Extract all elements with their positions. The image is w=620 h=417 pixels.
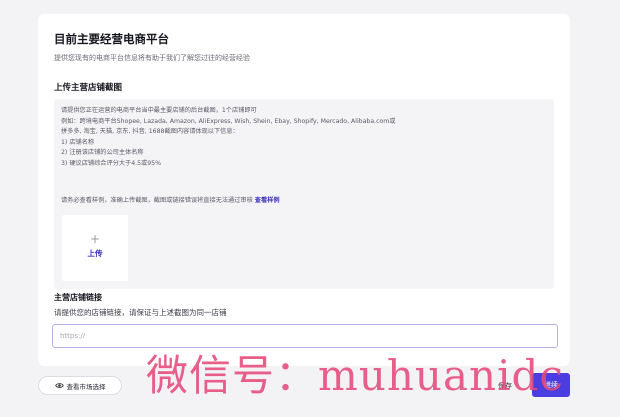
instruction-line: 2) 注册该店铺的公司主体名称 bbox=[61, 149, 144, 157]
store-link-description: 请提供您的店铺链接，请保证与上述截图为同一店铺 bbox=[54, 308, 227, 317]
instruction-line: 例如：跨境电商平台Shopee, Lazada, Amazon, AliExpr… bbox=[61, 117, 396, 125]
store-link-input[interactable] bbox=[52, 324, 558, 348]
instruction-line: 拼多多, 淘宝, 天猫, 京东, 抖音, 1688截图内容请体现以下信息： bbox=[61, 128, 239, 136]
plus-icon: + bbox=[89, 232, 101, 246]
form-card: 目前主要经营电商平台 提供您现有的电商平台信息将有助于我们了解您过往的经营经验 … bbox=[38, 14, 570, 366]
upload-screenshot-button[interactable]: + 上传 bbox=[62, 215, 128, 281]
screenshot-section-title: 上传主营店铺截图 bbox=[54, 83, 123, 93]
instruction-line: 请提供您正在运营的电商平台当中最主要店铺的后台截图，1个店铺即可 bbox=[61, 107, 257, 114]
eye-icon bbox=[54, 381, 64, 390]
sample-note: 请务必查看样例，准确上传截图，截图或链接错误将直接无法通过审核 查看样例 bbox=[61, 195, 280, 204]
page-subtitle: 提供您现有的电商平台信息将有助于我们了解您过往的经营经验 bbox=[54, 54, 250, 62]
view-market-label: 查看市场选择 bbox=[66, 382, 106, 391]
instruction-line: 1) 店铺名称 bbox=[61, 138, 95, 146]
upload-label: 上传 bbox=[87, 249, 103, 258]
page-title: 目前主要经营电商平台 bbox=[54, 32, 169, 46]
view-sample-link[interactable]: 查看样例 bbox=[255, 197, 280, 204]
instruction-list: 请提供您正在运营的电商平台当中最主要店铺的后台截图，1个店铺即可 例如：跨境电商… bbox=[61, 106, 549, 170]
screenshot-info-box: 请提供您正在运营的电商平台当中最主要店铺的后台截图，1个店铺即可 例如：跨境电商… bbox=[54, 99, 554, 289]
continue-button[interactable]: 继续 bbox=[532, 373, 570, 397]
save-button[interactable]: 保存 bbox=[488, 376, 522, 395]
instruction-line: 3) 硬议店铺综合评分大于4.5或95% bbox=[61, 159, 161, 167]
sample-note-text: 请务必查看样例，准确上传截图，截图或链接错误将直接无法通过审核 bbox=[61, 197, 253, 204]
view-market-button[interactable]: 查看市场选择 bbox=[38, 376, 122, 395]
store-link-title: 主营店铺链接 bbox=[54, 293, 102, 302]
